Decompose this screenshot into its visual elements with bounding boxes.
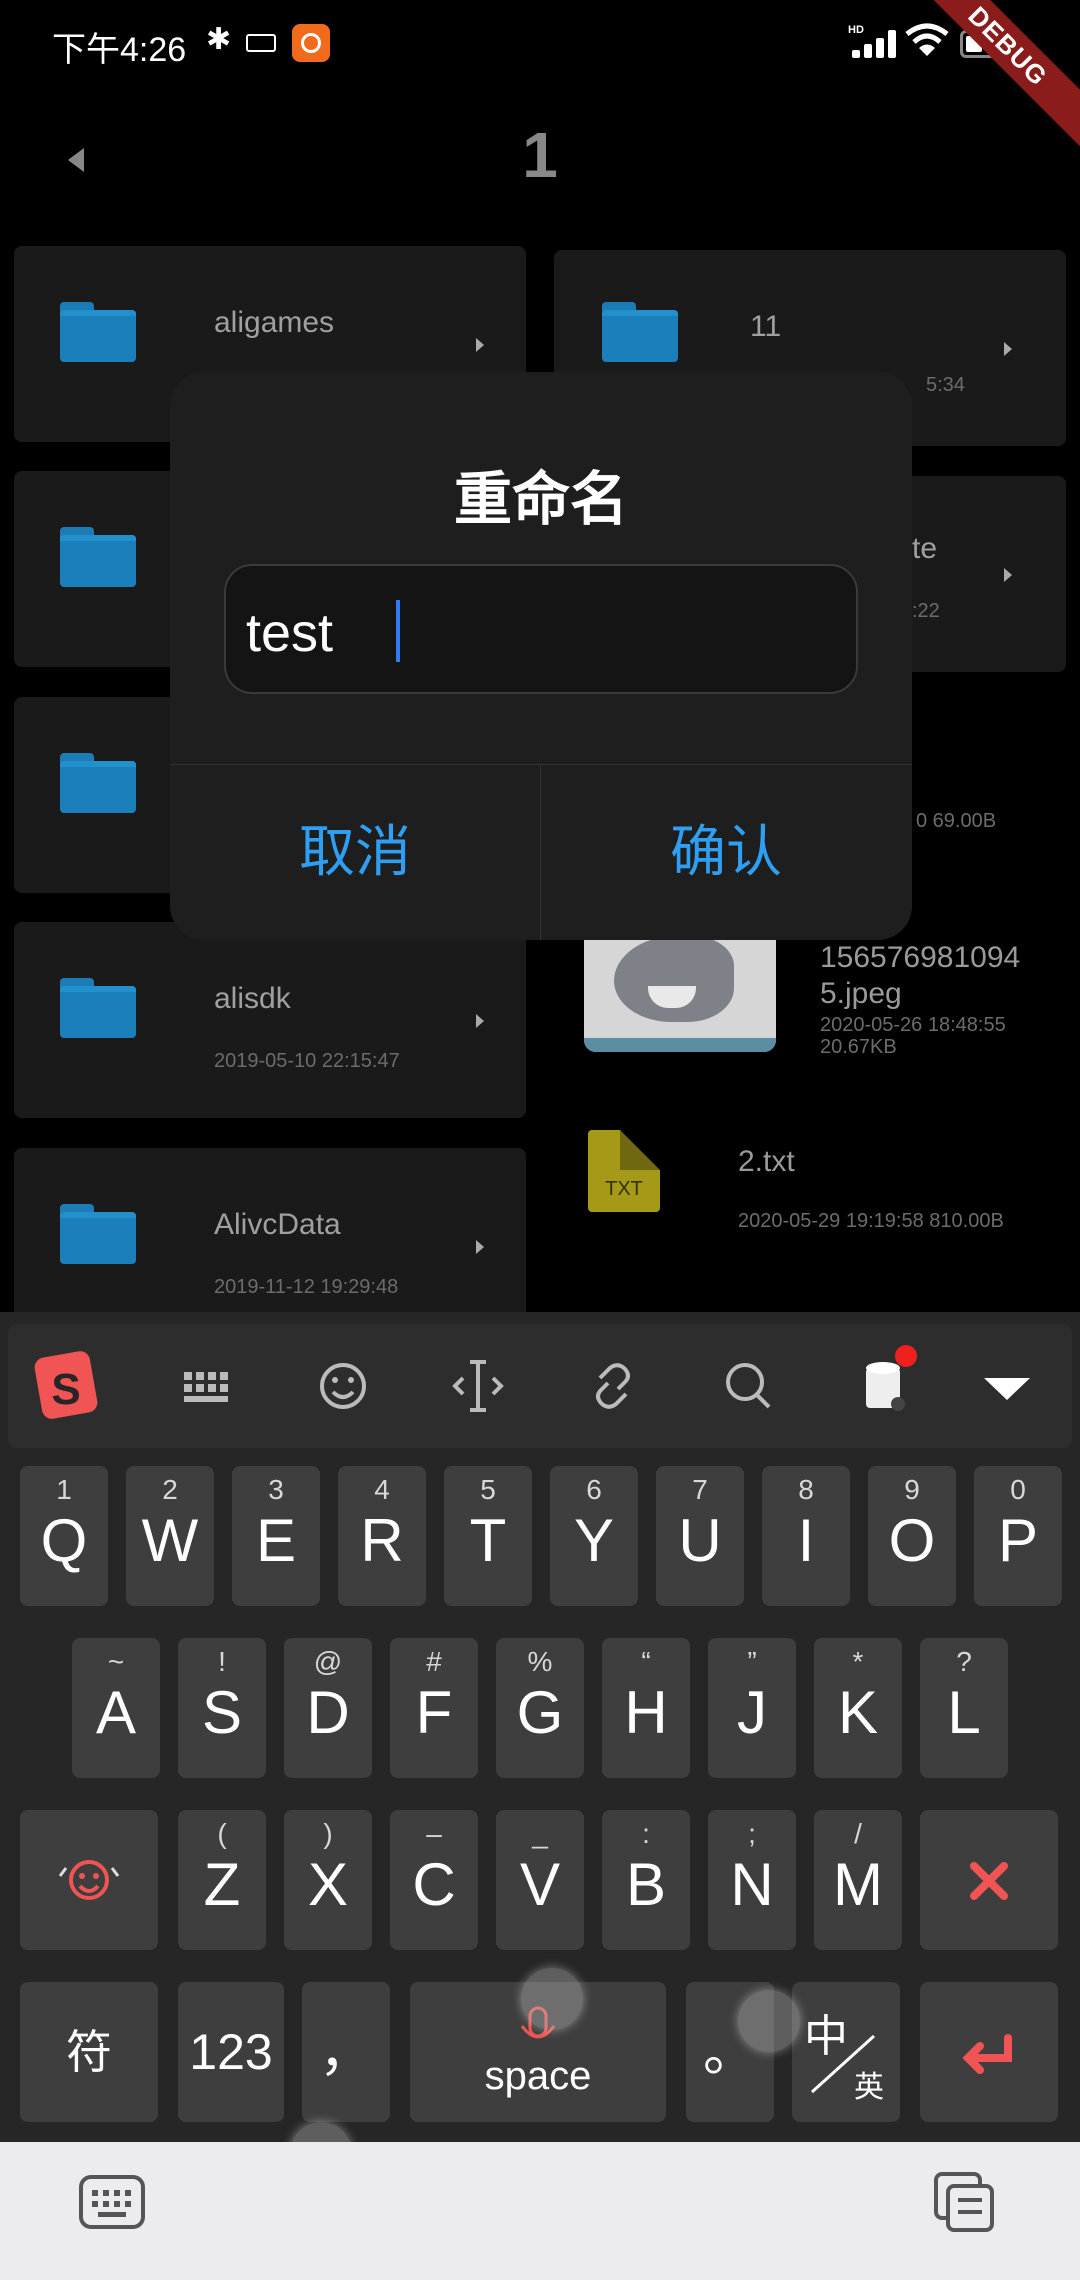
delete-icon bbox=[970, 1862, 1008, 1900]
svg-text:S: S bbox=[51, 1365, 80, 1414]
enter-key[interactable] bbox=[920, 1982, 1058, 2122]
cancel-button[interactable]: 取消 bbox=[170, 764, 540, 940]
folder-name: alisdk bbox=[214, 982, 291, 1015]
key-h[interactable]: “H bbox=[602, 1638, 690, 1778]
key-e[interactable]: 3E bbox=[232, 1466, 320, 1606]
key-l[interactable]: ? L bbox=[920, 1638, 1008, 1778]
skin-icon[interactable] bbox=[818, 1324, 948, 1448]
file-meta: 2020-05-29 19:19:58 810.00B bbox=[738, 1210, 1004, 1232]
key-i[interactable]: 8I bbox=[762, 1466, 850, 1606]
chevron-right-icon bbox=[476, 1014, 484, 1028]
image-thumbnail[interactable] bbox=[584, 930, 776, 1052]
collapse-keyboard-icon[interactable] bbox=[942, 1324, 1072, 1448]
bluetooth-icon: ✱ bbox=[206, 23, 232, 56]
key-j[interactable]: ” J bbox=[708, 1638, 796, 1778]
system-nav-bar bbox=[0, 2142, 1080, 2280]
key-b[interactable]: :B bbox=[602, 1810, 690, 1950]
txt-icon-label: TXT bbox=[605, 1178, 643, 1200]
key-s[interactable]: ! S bbox=[178, 1638, 266, 1778]
text-caret bbox=[396, 600, 400, 662]
app-notification-icon bbox=[292, 24, 330, 62]
key-y[interactable]: 6Y bbox=[550, 1466, 638, 1606]
keyboard-switch-icon[interactable] bbox=[78, 2174, 146, 2230]
folder-name: AlivcData bbox=[214, 1208, 341, 1241]
folder-icon bbox=[60, 302, 136, 362]
folder-date: 2019-11-12 19:29:48 bbox=[214, 1276, 399, 1298]
key-g[interactable]: % G bbox=[496, 1638, 584, 1778]
key-d[interactable]: @ D bbox=[284, 1638, 372, 1778]
touch-indicator bbox=[521, 1968, 583, 2030]
delete-key[interactable] bbox=[920, 1810, 1058, 1950]
folder-icon bbox=[602, 302, 678, 362]
keyboard-status-icon bbox=[246, 34, 276, 52]
key-n[interactable]: ; N bbox=[708, 1810, 796, 1950]
rename-input-value[interactable]: test bbox=[246, 602, 333, 664]
page-title: 1 bbox=[522, 119, 558, 191]
key-w[interactable]: 2W bbox=[126, 1466, 214, 1606]
comma-key[interactable]: ， bbox=[302, 1982, 390, 2122]
cursor-move-icon[interactable] bbox=[413, 1324, 543, 1448]
txt-file-icon[interactable]: TXT bbox=[588, 1130, 660, 1212]
dialog-title: 重命名 bbox=[453, 467, 628, 532]
signal-icon bbox=[852, 28, 900, 58]
number-key[interactable]: 123 bbox=[178, 1982, 284, 2122]
search-icon[interactable] bbox=[683, 1324, 813, 1448]
confirm-button[interactable]: 确认 bbox=[541, 764, 911, 940]
key-q[interactable]: 1Q bbox=[20, 1466, 108, 1606]
keyboard-grid-icon[interactable] bbox=[144, 1324, 274, 1448]
file-meta: 0 69.00B bbox=[916, 810, 997, 832]
chevron-right-icon bbox=[476, 338, 484, 352]
folder-card[interactable]: alisdk 2019-05-10 22:15:47 bbox=[14, 922, 526, 1118]
sogou-logo-icon[interactable]: S bbox=[8, 1324, 138, 1448]
key-v[interactable]: _ V bbox=[496, 1810, 584, 1950]
emoji-icon[interactable] bbox=[278, 1324, 408, 1448]
wifi-icon bbox=[905, 23, 949, 56]
key-c[interactable]: – C bbox=[390, 1810, 478, 1950]
enter-icon bbox=[962, 2034, 1012, 2074]
key-o[interactable]: 9O bbox=[868, 1466, 956, 1606]
key-a[interactable]: ~ A bbox=[72, 1638, 160, 1778]
lang-key-en: 英 bbox=[854, 2071, 884, 2104]
folder-date: 2019-05-10 22:15:47 bbox=[214, 1050, 400, 1072]
clipboard-icon[interactable] bbox=[932, 2170, 998, 2234]
key-x[interactable]: ) X bbox=[284, 1810, 372, 1950]
key-p[interactable]: 0P bbox=[974, 1466, 1062, 1606]
folder-name: te bbox=[912, 532, 938, 565]
emoji-face-icon bbox=[58, 1860, 120, 1900]
folder-icon bbox=[60, 1204, 136, 1264]
lang-switch-key[interactable]: 中 英 bbox=[792, 1982, 900, 2122]
touch-indicator bbox=[738, 1990, 800, 2052]
key-r[interactable]: 4R bbox=[338, 1466, 426, 1606]
chevron-right-icon bbox=[1004, 342, 1012, 356]
rename-input[interactable]: test bbox=[224, 564, 858, 694]
key-m[interactable]: / M bbox=[814, 1810, 902, 1950]
status-bar: 下午4:26 ✱ HD bbox=[0, 0, 1080, 90]
clipboard-link-icon[interactable] bbox=[548, 1324, 678, 1448]
file-size: 20.67KB bbox=[820, 1036, 897, 1058]
folder-icon bbox=[60, 978, 136, 1038]
folder-name: aligames bbox=[214, 306, 335, 339]
key-u[interactable]: 7U bbox=[656, 1466, 744, 1606]
key-z[interactable]: (Z bbox=[178, 1810, 266, 1950]
folder-icon bbox=[60, 527, 136, 587]
ime-toolbar: S bbox=[8, 1324, 1072, 1448]
file-date: 2020-05-26 18:48:55 bbox=[820, 1014, 1006, 1036]
chevron-right-icon bbox=[476, 1240, 484, 1254]
file-name[interactable]: 2.txt bbox=[738, 1144, 795, 1180]
status-time: 下午4:26 bbox=[52, 31, 187, 69]
emoji-key[interactable] bbox=[20, 1810, 158, 1950]
folder-name: 11 bbox=[750, 310, 782, 343]
file-name-line1: 156576981094 bbox=[820, 941, 1021, 974]
key-f[interactable]: # F bbox=[390, 1638, 478, 1778]
key-t[interactable]: 5T bbox=[444, 1466, 532, 1606]
symbol-key[interactable]: 符 bbox=[20, 1982, 158, 2122]
key-k[interactable]: * K bbox=[814, 1638, 902, 1778]
folder-date: :22 bbox=[912, 600, 940, 622]
file-name-line2: 5.jpeg bbox=[820, 977, 902, 1010]
rename-dialog: 重命名 test 取消 确认 bbox=[170, 372, 912, 940]
folder-date: 5:34 bbox=[926, 374, 965, 396]
chevron-right-icon bbox=[1004, 568, 1012, 582]
folder-icon bbox=[60, 753, 136, 813]
